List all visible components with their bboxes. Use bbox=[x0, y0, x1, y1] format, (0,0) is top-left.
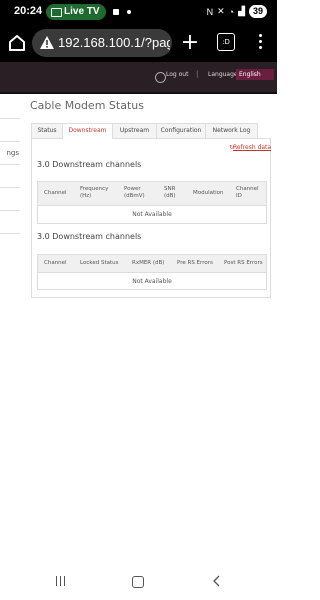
status-time: 20:24 bbox=[14, 5, 43, 17]
language-select[interactable]: English bbox=[236, 69, 274, 80]
downstream-rs-title: 3.0 Downstream channels bbox=[37, 232, 142, 241]
new-tab-icon[interactable]: + bbox=[180, 32, 200, 54]
sidebar-item[interactable] bbox=[0, 164, 20, 187]
home-button-icon[interactable] bbox=[132, 576, 144, 588]
notification-dot-icon bbox=[127, 10, 131, 14]
tab-switcher-icon[interactable]: :D bbox=[217, 33, 235, 51]
tv-icon bbox=[51, 8, 62, 17]
empty-row: Not Available bbox=[132, 211, 172, 218]
tab-downstream[interactable]: Downstream bbox=[62, 123, 113, 139]
tab-configuration[interactable]: Configuration bbox=[156, 123, 206, 138]
downstream-title: 3.0 Downstream channels bbox=[37, 160, 142, 169]
mute-icon: ✕ bbox=[217, 6, 225, 16]
column-header: Channel bbox=[44, 260, 67, 266]
column-header: Post RS Errors bbox=[224, 260, 263, 266]
wifi-icon: ◔ bbox=[228, 6, 235, 17]
logout-link[interactable]: Log out bbox=[166, 71, 188, 78]
downstream-rs-table: Channel Locked Status RxMER (dB) Pre RS … bbox=[37, 254, 267, 290]
router-top-nav: Log out | Language English bbox=[0, 62, 277, 92]
battery-icon: 39 bbox=[248, 5, 267, 18]
warning-icon[interactable] bbox=[39, 35, 55, 51]
language-label: Language bbox=[208, 71, 238, 78]
table-header: Channel Frequency (Hz) Power (dBmV) SNR … bbox=[38, 182, 266, 206]
sidebar: ngs bbox=[0, 118, 20, 234]
status-icons: N ✕ ◔ ▟ 39 bbox=[207, 5, 267, 18]
notification-square-icon bbox=[113, 9, 119, 15]
sidebar-item-settings[interactable]: ngs bbox=[0, 141, 20, 164]
column-header: Channel bbox=[44, 190, 67, 196]
sidebar-item[interactable] bbox=[0, 118, 20, 141]
address-bar[interactable]: 192.168.100.1/?page= bbox=[32, 29, 172, 57]
refresh-data-link[interactable]: Refresh data bbox=[233, 144, 271, 151]
more-menu-icon[interactable] bbox=[259, 34, 263, 52]
sidebar-item[interactable] bbox=[0, 187, 20, 210]
empty-row: Not Available bbox=[132, 278, 172, 285]
status-bar: 20:24 Live TV N ✕ ◔ ▟ 39 bbox=[0, 0, 277, 24]
column-header: SNR (dB) bbox=[164, 186, 176, 199]
tab-upstream[interactable]: Upstream bbox=[112, 123, 157, 138]
back-icon[interactable] bbox=[212, 575, 220, 587]
tab-network-log[interactable]: Network Log bbox=[205, 123, 258, 138]
home-icon[interactable] bbox=[8, 34, 26, 52]
tab-bar: Status Downstream Upstream Configuration… bbox=[31, 123, 271, 139]
downstream-table: Channel Frequency (Hz) Power (dBmV) SNR … bbox=[37, 181, 267, 224]
browser-toolbar: 192.168.100.1/?page= + :D bbox=[0, 24, 277, 62]
column-header: Frequency (Hz) bbox=[80, 186, 109, 199]
logout-icon[interactable] bbox=[155, 72, 166, 83]
tab-status[interactable]: Status bbox=[31, 123, 63, 138]
column-header: Locked Status bbox=[80, 260, 119, 266]
column-header: RxMER (dB) bbox=[132, 260, 165, 266]
recents-icon[interactable] bbox=[56, 576, 66, 586]
system-nav-bar bbox=[0, 562, 277, 600]
battery-level: 39 bbox=[252, 6, 263, 16]
url-text[interactable]: 192.168.100.1/?page= bbox=[58, 35, 170, 50]
column-header: Power (dBmV) bbox=[124, 186, 145, 199]
page-title: Cable Modem Status bbox=[30, 99, 144, 112]
live-tv-badge[interactable]: Live TV bbox=[46, 4, 106, 20]
signal-icon: ▟ bbox=[238, 6, 245, 16]
column-header: Modulation bbox=[193, 190, 224, 196]
column-header: Pre RS Errors bbox=[177, 260, 213, 266]
live-tv-label: Live TV bbox=[64, 6, 100, 17]
nav-separator: | bbox=[196, 70, 199, 78]
sidebar-item[interactable] bbox=[0, 210, 20, 234]
table-header: Channel Locked Status RxMER (dB) Pre RS … bbox=[38, 255, 266, 273]
column-header: Channel ID bbox=[236, 186, 259, 199]
nav-divider bbox=[0, 92, 277, 94]
nfc-icon: N bbox=[206, 6, 214, 17]
